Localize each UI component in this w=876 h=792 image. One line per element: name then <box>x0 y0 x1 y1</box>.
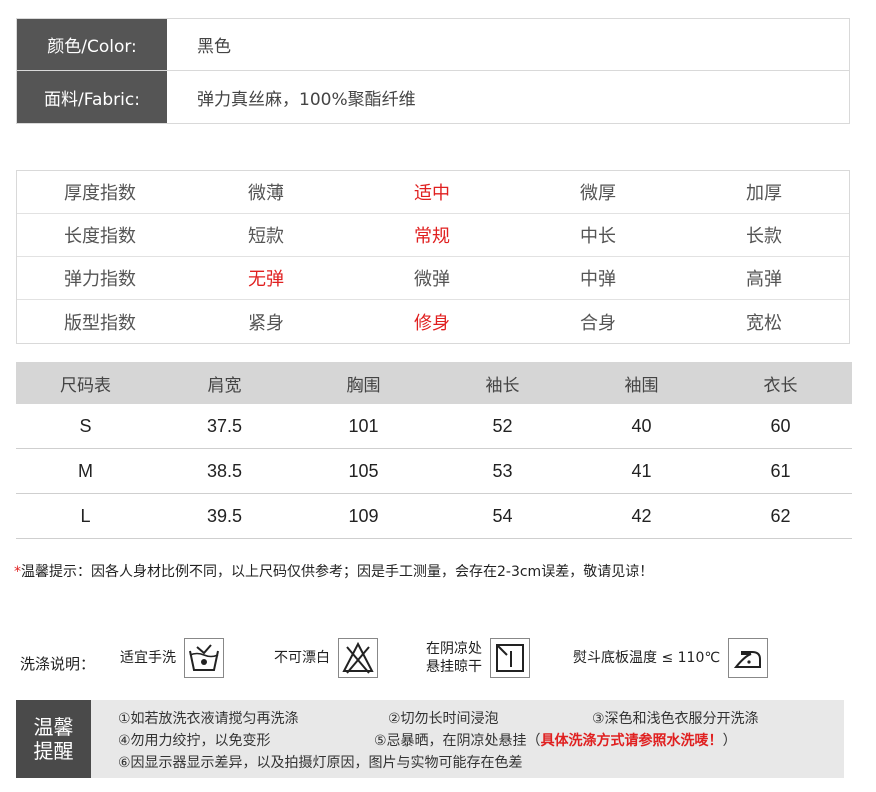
reminder-badge: 温馨 提醒 <box>16 700 91 778</box>
reminder-item-5: ⑤忌暴晒，在阴凉处悬挂（具体洗涤方式请参照水洗唛！） <box>374 730 737 750</box>
index-option-selected: 修身 <box>414 312 450 334</box>
table-row: M 38.5 105 53 41 61 <box>16 449 852 494</box>
index-name: 弹力指数 <box>64 269 136 290</box>
table-cell: 105 <box>348 460 379 481</box>
table-row: S 37.5 101 52 40 60 <box>16 404 852 449</box>
index-option: 微薄 <box>248 183 284 204</box>
index-option: 长款 <box>746 226 782 247</box>
attribute-table: 颜色/Color: 黑色 面料/Fabric: 弹力真丝麻，100%聚酯纤维 <box>16 18 850 124</box>
index-name: 版型指数 <box>64 312 136 334</box>
table-cell: 41 <box>631 460 652 481</box>
reminder-box: 温馨 提醒 ①如若放洗衣液请搅匀再洗涤 ②切勿长时间浸泡 ③深色和浅色衣服分开洗… <box>16 700 844 778</box>
index-option: 合身 <box>580 312 616 334</box>
size-header-cell: 衣长 <box>763 375 798 396</box>
wash-item-iron: 熨斗底板温度 ≤ 110℃ <box>573 636 769 680</box>
table-cell: 101 <box>348 415 379 436</box>
table-cell: 42 <box>631 505 652 526</box>
table-cell: 37.5 <box>206 415 243 436</box>
size-notice: *温馨提示：因各人身材比例不同，以上尺码仅供参考；因是手工测量，会存在2-3cm… <box>14 561 653 581</box>
wash-item-line-dry: 在阴凉处 悬挂晾干 <box>426 636 530 680</box>
index-name: 长度指数 <box>64 226 136 247</box>
index-option-selected: 适中 <box>414 183 450 204</box>
attribute-row-fabric: 面料/Fabric: 弹力真丝麻，100%聚酯纤维 <box>17 71 849 123</box>
table-cell: 62 <box>770 505 791 526</box>
table-cell: 40 <box>631 415 652 436</box>
reminder-badge-line1: 温馨 <box>33 715 74 739</box>
size-header-cell: 胸围 <box>346 375 381 396</box>
index-row-thickness: 厚度指数 微薄 适中 微厚 加厚 <box>17 171 849 214</box>
attribute-row-color: 颜色/Color: 黑色 <box>17 19 849 71</box>
table-cell: 54 <box>492 505 513 526</box>
index-option-selected: 常规 <box>414 226 450 247</box>
notice-star: * <box>14 564 21 580</box>
reminder-item-5-prefix: ⑤忌暴晒，在阴凉处悬挂（ <box>374 733 541 749</box>
reminder-item: ④勿用力绞拧，以免变形 <box>118 733 271 749</box>
iron-icon <box>728 638 769 678</box>
table-cell: 109 <box>348 505 379 526</box>
index-option: 中弹 <box>580 269 616 290</box>
wash-item-label-line1: 在阴凉处 <box>426 641 482 657</box>
wash-item-label: 在阴凉处 悬挂晾干 <box>426 640 482 676</box>
table-cell: L <box>80 505 91 526</box>
table-row: L 39.5 109 54 42 62 <box>16 494 852 539</box>
index-row-fit: 版型指数 紧身 修身 合身 宽松 <box>17 300 849 343</box>
index-option: 加厚 <box>746 183 782 204</box>
size-table-header: 尺码表 肩宽 胸围 袖长 袖围 衣长 <box>16 362 852 404</box>
index-option: 紧身 <box>248 312 284 334</box>
table-cell: S <box>79 415 92 436</box>
reminder-item: ③深色和浅色衣服分开洗涤 <box>592 711 759 727</box>
index-table: 厚度指数 微薄 适中 微厚 加厚 长度指数 短款 常规 中长 长款 弹力指数 无… <box>16 170 850 344</box>
index-row-elasticity: 弹力指数 无弹 微弹 中弹 高弹 <box>17 257 849 300</box>
reminder-item-5-highlight: 具体洗涤方式请参照水洗唛！ <box>540 733 723 749</box>
wash-item-no-bleach: 不可漂白 <box>274 636 378 680</box>
size-header-cell: 袖围 <box>624 375 659 396</box>
table-cell: 60 <box>770 415 791 436</box>
reminder-item-5-suffix: ） <box>722 733 737 749</box>
attribute-label: 颜色/Color: <box>17 19 167 70</box>
index-option: 微弹 <box>414 269 450 290</box>
wash-item-hand-wash: 适宜手洗 <box>120 636 224 680</box>
index-option: 微厚 <box>580 183 616 204</box>
index-option: 中长 <box>580 226 616 247</box>
reminder-item: ①如若放洗衣液请搅匀再洗涤 <box>118 711 299 727</box>
size-table: 尺码表 肩宽 胸围 袖长 袖围 衣长 S 37.5 101 52 40 60 M… <box>16 362 852 539</box>
index-name: 厚度指数 <box>64 183 136 204</box>
hand-wash-icon <box>184 638 224 678</box>
index-option-selected: 无弹 <box>248 269 284 290</box>
reminder-item: ②切勿长时间浸泡 <box>388 711 499 727</box>
index-option: 宽松 <box>746 312 782 334</box>
wash-item-label: 熨斗底板温度 ≤ 110℃ <box>573 650 721 666</box>
index-row-length: 长度指数 短款 常规 中长 长款 <box>17 214 849 257</box>
table-cell: 52 <box>492 415 513 436</box>
table-cell: 61 <box>770 460 791 481</box>
table-cell: 53 <box>492 460 513 481</box>
index-option: 短款 <box>248 226 284 247</box>
wash-item-label-line2: 悬挂晾干 <box>426 659 482 675</box>
index-option: 高弹 <box>746 269 782 290</box>
size-header-cell: 肩宽 <box>207 375 242 396</box>
reminder-badge-line2: 提醒 <box>33 739 74 763</box>
table-cell: 38.5 <box>206 460 243 481</box>
attribute-label: 面料/Fabric: <box>17 71 167 123</box>
wash-instructions: 洗涤说明： 适宜手洗 不可漂白 在阴凉处 悬挂晾干 熨斗底板温度 ≤ 110℃ <box>20 636 840 686</box>
wash-title: 洗涤说明： <box>20 655 96 673</box>
notice-text: 温馨提示：因各人身材比例不同，以上尺码仅供参考；因是手工测量，会存在2-3cm误… <box>21 564 654 580</box>
reminder-item: ⑥因显示器显示差异，以及拍摄灯原因，图片与实物可能存在色差 <box>118 755 523 771</box>
line-dry-shade-icon <box>490 638 530 678</box>
table-cell: M <box>78 460 93 481</box>
size-header-cell: 尺码表 <box>60 375 111 396</box>
attribute-value: 黑色 <box>197 37 231 57</box>
wash-item-label: 不可漂白 <box>274 650 330 666</box>
size-header-cell: 袖长 <box>485 375 520 396</box>
no-bleach-icon <box>338 638 378 678</box>
wash-item-label: 适宜手洗 <box>120 650 176 666</box>
attribute-value: 弹力真丝麻，100%聚酯纤维 <box>197 89 416 110</box>
table-cell: 39.5 <box>206 505 243 526</box>
